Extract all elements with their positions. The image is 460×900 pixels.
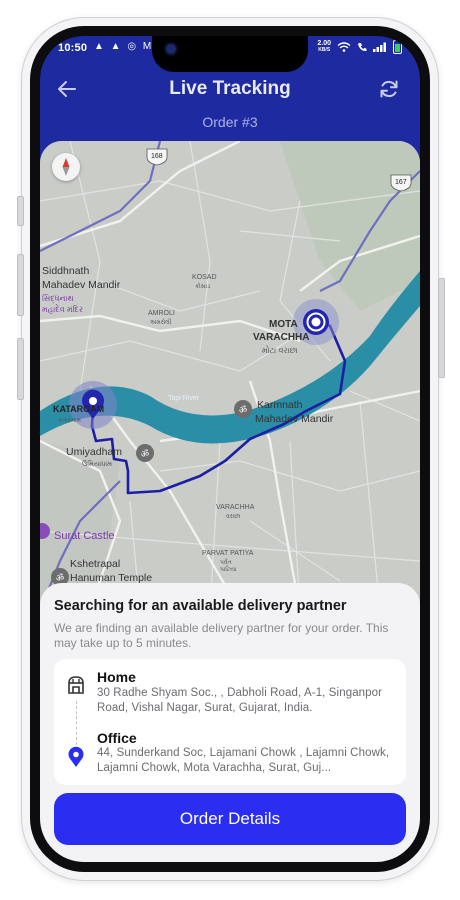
temple-pin-icon: ॐ	[234, 400, 252, 418]
map-label-siddhnath: Siddhnath	[42, 265, 90, 277]
route-number-167: 167	[395, 179, 407, 186]
call-icon	[358, 43, 367, 52]
wifi-icon	[337, 42, 351, 52]
phone-power-button	[438, 278, 445, 378]
map-label-umiyadham-local: ઉમિયાધામ	[82, 461, 113, 468]
delivery-address-label: Office	[97, 730, 137, 746]
app-header: Live Tracking Order #3	[40, 62, 420, 142]
map-label-katargam: KATARGAM	[53, 404, 105, 414]
phone-mute-switch	[17, 196, 24, 226]
compass-icon	[62, 158, 70, 176]
map-label-varachha-area-local: વરાછા	[226, 514, 241, 520]
map-label-mota: MOTA	[269, 319, 298, 330]
phone-volume-up	[17, 254, 24, 316]
map-label-karmnath-mandir: Mahadev Mandir	[255, 413, 334, 425]
location-pin-icon	[68, 746, 84, 767]
pickup-address-text: 30 Radhe Shyam Soc., , Dabholi Road, A-1…	[97, 687, 383, 714]
compass-button[interactable]	[52, 153, 80, 181]
map-label-karmnath: Karmnath	[257, 399, 303, 411]
map-label-varachha-local: મોટા વરાછા	[262, 346, 298, 355]
pickup-address-label: Home	[97, 669, 136, 685]
home-icon	[68, 676, 84, 694]
map-label-river: Tapi River	[168, 395, 200, 402]
app-screen: 10:50 ▲ ▲ ◎ M 2.00 KB/S Live Tracking Or…	[40, 36, 420, 862]
map-label-patiya-local: પાટિયા	[220, 567, 237, 573]
order-details-button[interactable]: Order Details	[54, 793, 406, 845]
front-camera	[166, 44, 176, 54]
delivery-address-text: 44, Sunderkand Soc, Lajamani Chowk , Laj…	[97, 747, 390, 774]
svg-text:ॐ: ॐ	[141, 449, 149, 460]
status-time: 10:50	[58, 42, 88, 54]
map-label-surat-castle: Surat Castle	[54, 530, 115, 542]
network-speed-value: 2.00	[317, 40, 331, 47]
map-label-varachha: VARACHHA	[253, 332, 310, 343]
svg-text:ॐ: ॐ	[239, 405, 247, 416]
phone-volume-down	[17, 338, 24, 400]
network-speed-unit: KB/S	[318, 47, 331, 53]
map-label-kosad-local: કોસાડ	[195, 284, 211, 290]
map-label-mahadev-local: મહાદેવ મંદિર	[42, 305, 84, 314]
address-connector-line	[76, 701, 77, 745]
address-card: Home 30 Radhe Shyam Soc., , Dabholi Road…	[54, 659, 406, 785]
temple-pin-icon: ॐ	[136, 444, 154, 462]
map-label-umiyadham: Umiyadham	[66, 446, 123, 458]
map-label-amroli-local: અમરોલી	[150, 320, 172, 326]
map-label-mahadev-mandir: Mahadev Mandir	[42, 279, 121, 291]
page-title: Live Tracking	[169, 78, 291, 99]
order-number: Order #3	[202, 114, 258, 130]
live-map[interactable]: ॐ ॐ ॐ 168 167 Siddhnath Mahadev Mandir સ…	[40, 141, 420, 611]
order-status-sheet: Searching for an available delivery part…	[40, 583, 420, 862]
battery-icon	[393, 40, 402, 54]
route-number-168: 168	[151, 153, 163, 160]
map-label-katargam-local: કતારગામ	[58, 418, 81, 424]
search-status-title: Searching for an available delivery part…	[54, 598, 347, 614]
signal-icon	[373, 42, 386, 52]
network-speed: 2.00 KB/S	[317, 40, 331, 54]
refresh-icon[interactable]	[378, 78, 400, 100]
notification-icons: ▲ ▲ ◎ M	[94, 41, 154, 52]
search-status-description: We are finding an available delivery par…	[54, 621, 389, 650]
map-label-kshetrapal: Kshetrapal	[70, 558, 121, 570]
status-right-icons: 2.00 KB/S	[317, 40, 402, 54]
